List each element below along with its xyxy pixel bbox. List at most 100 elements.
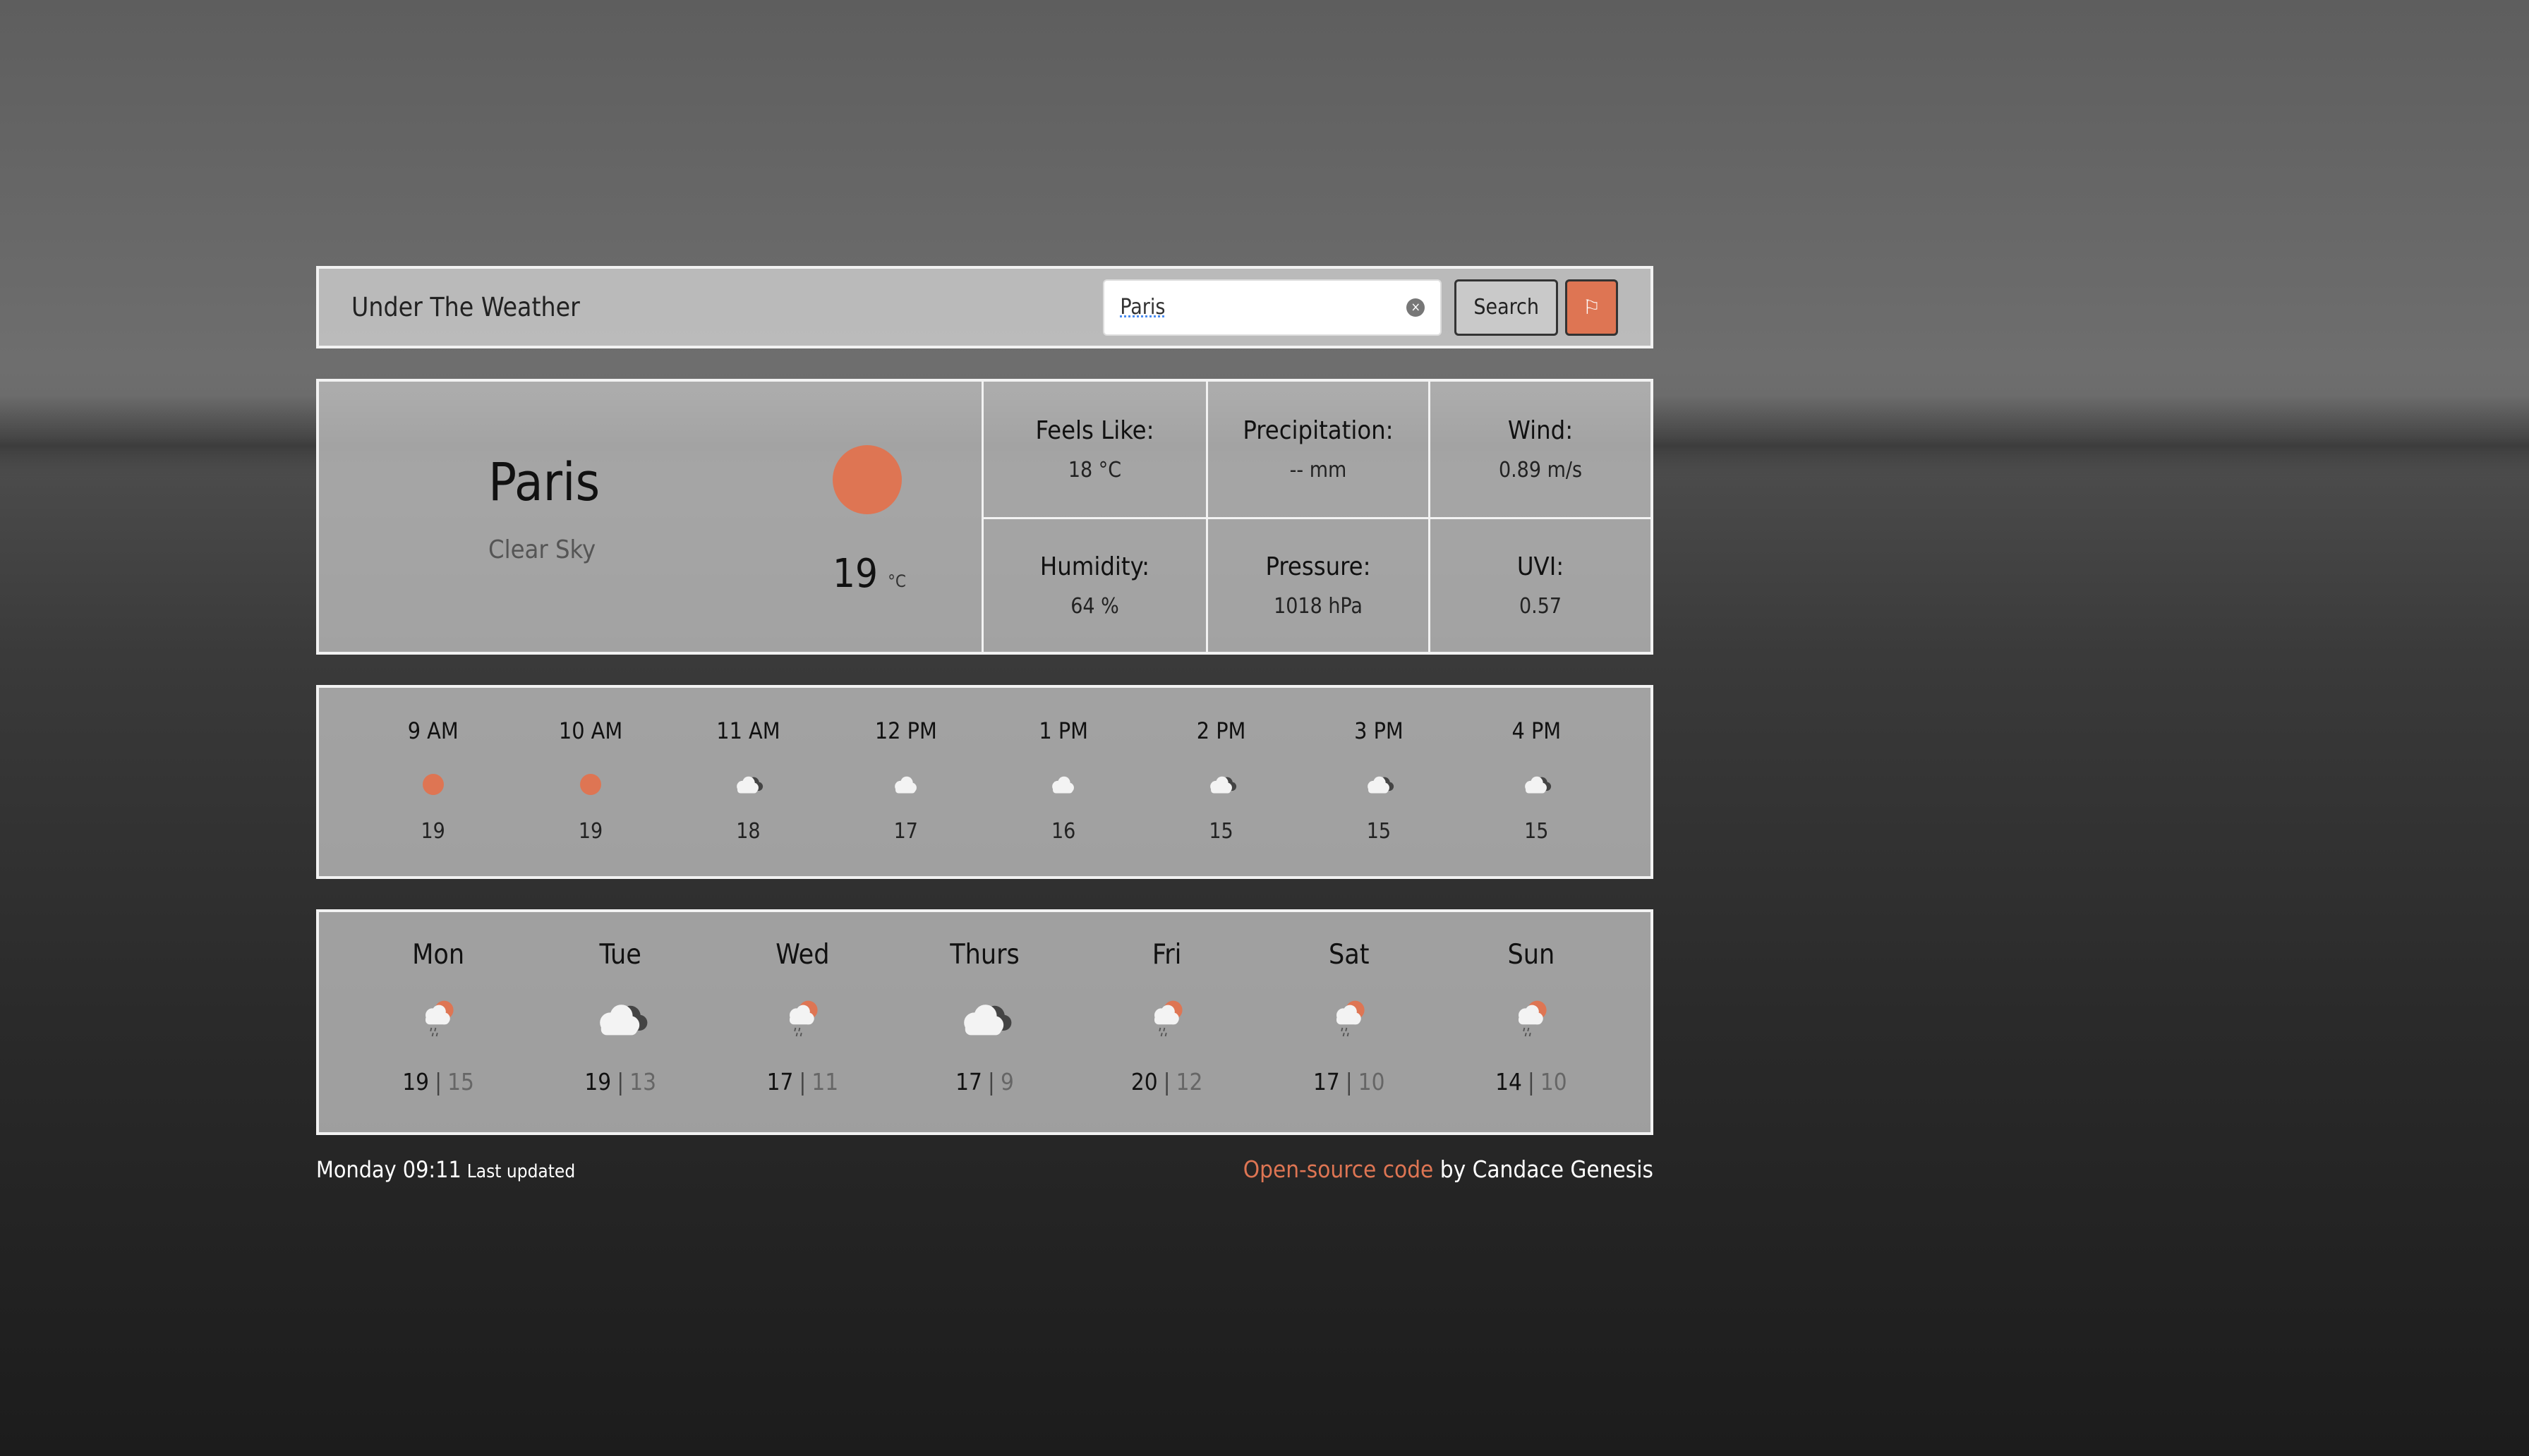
cloud-icon — [1048, 760, 1079, 809]
sun-rain-icon — [781, 981, 823, 1058]
search-field[interactable]: × — [1103, 279, 1442, 336]
daily-item: Sun 14 | 10 — [1440, 912, 1622, 1132]
daily-item: Fri 20 | 12 — [1076, 912, 1258, 1132]
day-label: Tue — [599, 939, 641, 971]
cloud-icon — [732, 760, 763, 809]
weather-description: Clear Sky — [488, 535, 596, 564]
search-input[interactable] — [1120, 295, 1407, 320]
detail-value: -- mm — [1289, 457, 1347, 483]
high-low: 19 | 13 — [584, 1068, 656, 1096]
hour-temp: 18 — [736, 819, 761, 844]
high-low: 14 | 10 — [1495, 1068, 1567, 1096]
sun-rain-icon — [1328, 981, 1370, 1058]
hour-temp: 15 — [1524, 819, 1549, 844]
hourly-item: 12 PM 17 — [827, 688, 984, 876]
hour-label: 1 PM — [1039, 717, 1089, 744]
detail-label: Pressure: — [1265, 552, 1371, 581]
detail-label: Precipitation: — [1243, 415, 1394, 445]
sun-rain-icon — [1146, 981, 1188, 1058]
hour-label: 11 AM — [716, 717, 780, 744]
hour-label: 3 PM — [1354, 717, 1404, 744]
hourly-item: 2 PM 15 — [1142, 688, 1300, 876]
hourly-item: 4 PM 15 — [1458, 688, 1615, 876]
detail-value: 0.57 — [1519, 593, 1562, 619]
low-temp: 9 — [1000, 1068, 1014, 1096]
detail-cell: Wind: 0.89 m/s — [1428, 382, 1650, 517]
hour-label: 9 AM — [407, 717, 459, 744]
hour-label: 4 PM — [1511, 717, 1562, 744]
high-temp: 19 — [402, 1068, 430, 1096]
day-label: Mon — [412, 939, 465, 971]
hourly-item: 1 PM 16 — [985, 688, 1142, 876]
low-temp: 11 — [811, 1068, 839, 1096]
high-temp: 19 — [584, 1068, 612, 1096]
daily-item: Tue 19 | 13 — [529, 912, 711, 1132]
cloud-icon — [891, 760, 922, 809]
high-temp: 17 — [766, 1068, 794, 1096]
cloud-icon — [1363, 760, 1394, 809]
detail-value: 0.89 m/s — [1498, 457, 1583, 483]
detail-cell: Feels Like: 18 °C — [984, 382, 1206, 517]
detail-cell: Pressure: 1018 hPa — [1206, 516, 1428, 652]
day-label: Sat — [1329, 939, 1370, 971]
sun-icon — [422, 760, 444, 809]
sun-rain-icon — [1510, 981, 1552, 1058]
temp-unit: °C — [888, 571, 906, 591]
day-label: Sun — [1507, 939, 1555, 971]
hourly-item: 9 AM 19 — [354, 688, 512, 876]
hour-label: 2 PM — [1196, 717, 1246, 744]
low-temp: 10 — [1540, 1068, 1567, 1096]
detail-label: Humidity: — [1039, 552, 1150, 581]
last-updated-time: Monday 09:11 — [316, 1156, 461, 1183]
daily-item: Sat 17 | 10 — [1258, 912, 1440, 1132]
high-low: 17 | 11 — [766, 1068, 839, 1096]
detail-label: Wind: — [1507, 415, 1574, 445]
search-button[interactable]: Search — [1454, 279, 1558, 336]
high-temp: 20 — [1130, 1068, 1158, 1096]
cloud-icon — [1206, 760, 1237, 809]
clouds-icon — [956, 981, 1013, 1058]
hourly-item: 10 AM 19 — [512, 688, 669, 876]
detail-value: 18 °C — [1068, 457, 1122, 483]
detail-cell: Humidity: 64 % — [984, 516, 1206, 653]
daily-item: Mon 19 | 15 — [347, 912, 529, 1132]
high-low: 19 | 15 — [402, 1068, 474, 1096]
detail-value: 64 % — [1070, 593, 1119, 619]
hour-temp: 16 — [1051, 819, 1076, 844]
hour-temp: 15 — [1209, 819, 1233, 844]
flag-icon[interactable]: ⚐ — [1565, 279, 1618, 336]
header-bar: Under The Weather × Search ⚐ — [316, 266, 1653, 348]
hour-temp: 19 — [578, 819, 603, 844]
hourly-item: 3 PM 15 — [1300, 688, 1457, 876]
footer: Monday 09:11 Last updated Open-source cod… — [316, 1155, 1653, 1183]
source-code-link[interactable]: Open-source code — [1243, 1155, 1434, 1183]
high-temp: 17 — [955, 1068, 982, 1096]
city-name: Paris — [488, 452, 600, 513]
temp-value: 19 — [833, 551, 879, 597]
high-temp: 17 — [1312, 1068, 1340, 1096]
low-temp: 15 — [447, 1068, 474, 1096]
daily-forecast: Mon 19 | 15 Tue 19 | 13 Wed 17 | 11 Thurs 17 | 9 Fri 20 | 1… — [316, 909, 1653, 1135]
high-low: 20 | 12 — [1130, 1068, 1203, 1096]
high-low: 17 | 10 — [1312, 1068, 1385, 1096]
sun-rain-icon — [417, 981, 459, 1058]
detail-label: Feels Like: — [1035, 415, 1154, 445]
sun-icon — [580, 760, 602, 809]
hour-temp: 15 — [1366, 819, 1392, 844]
clear-icon[interactable]: × — [1406, 298, 1425, 317]
detail-label: UVI: — [1516, 552, 1564, 581]
hour-temp: 19 — [421, 819, 445, 844]
low-temp: 12 — [1176, 1068, 1203, 1096]
hour-label: 12 PM — [874, 717, 937, 744]
hourly-forecast: 9 AM 19 10 AM 19 11 AM 18 12 PM 17 1 PM 16 2 PM 15 3… — [316, 685, 1653, 879]
daily-item: Thurs 17 | 9 — [893, 912, 1075, 1132]
clouds-icon — [592, 981, 648, 1058]
last-updated-label: Last updated — [466, 1161, 576, 1182]
app-title: Under The Weather — [351, 292, 580, 322]
day-label: Thurs — [950, 939, 1020, 971]
hourly-item: 11 AM 18 — [670, 688, 827, 876]
hour-temp: 17 — [893, 819, 918, 844]
current-weather: Paris Clear Sky 19 °C Feels Like: 18 °C Pre… — [316, 379, 1653, 655]
high-low: 17 | 9 — [955, 1068, 1014, 1096]
detail-value: 1018 hPa — [1274, 593, 1363, 619]
